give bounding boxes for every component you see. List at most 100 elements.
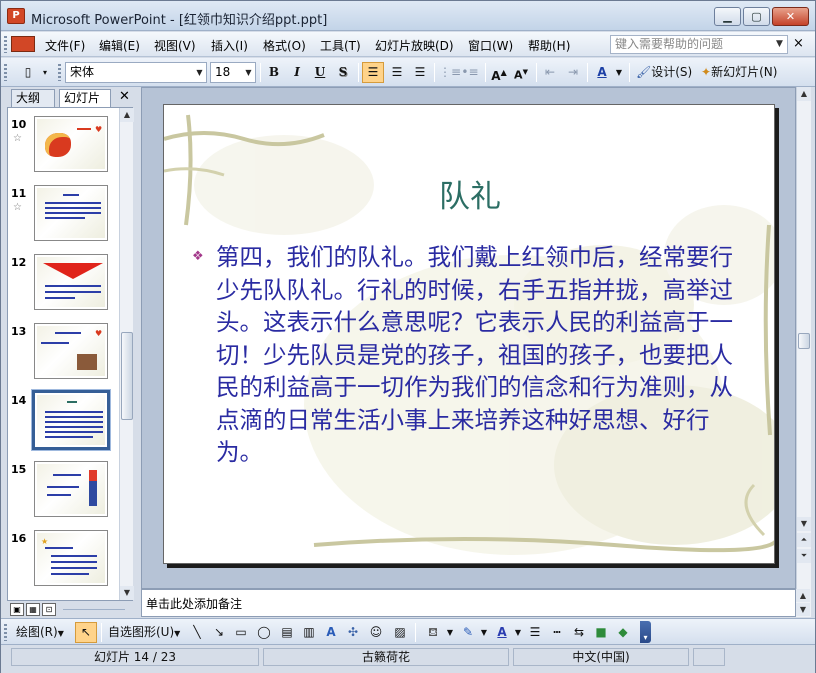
notes-placeholder[interactable]: 单击此处添加备注 [146, 595, 242, 612]
menu-file[interactable]: 文件(F) [45, 37, 85, 54]
shadow-button[interactable]: S [333, 62, 353, 83]
font-toolbar-grip[interactable] [58, 64, 61, 81]
thumbnail-frame[interactable] [34, 254, 108, 310]
pane-close-icon[interactable]: ✕ [119, 89, 130, 104]
wordart-icon[interactable]: A [321, 622, 341, 643]
line-color-icon[interactable]: ✎ [457, 622, 479, 643]
thumbnail-slide-12[interactable]: 12 [8, 254, 118, 316]
bullets-icon[interactable]: •≡ [460, 62, 480, 83]
thumbnail-frame-selected[interactable] [32, 390, 110, 450]
thumbnail-frame[interactable]: ♥ [34, 116, 108, 172]
increase-font-icon[interactable]: A▲ [489, 62, 509, 83]
tab-slides[interactable]: 幻灯片 [59, 89, 111, 107]
scrollbar-thumb[interactable] [798, 333, 810, 349]
bold-button[interactable]: B [264, 62, 284, 83]
menubar-grip[interactable] [4, 36, 7, 53]
previous-slide-icon[interactable]: ⏶ [797, 533, 811, 547]
minimize-button[interactable]: ▁ [714, 7, 741, 26]
notes-pane[interactable]: 单击此处添加备注 [141, 589, 796, 617]
line-color-dropdown-icon[interactable]: ▼ [479, 622, 489, 643]
toolbar-options-icon[interactable]: ▾ [39, 62, 51, 83]
thumbnail-frame[interactable]: ★ [34, 530, 108, 586]
help-dropdown-icon[interactable]: ▼ [773, 36, 786, 53]
thumbnail-scrollbar[interactable]: ▲ ▼ [119, 108, 134, 600]
text-box-icon[interactable]: ▤ [277, 622, 297, 643]
fill-color-dropdown-icon[interactable]: ▼ [445, 622, 455, 643]
menu-slideshow[interactable]: 幻灯片放映(D) [375, 37, 454, 54]
align-right-icon[interactable]: ☰ [409, 62, 431, 83]
line-style-icon[interactable]: ☰ [525, 622, 545, 643]
slide-sorter-view-icon[interactable]: ▦ [26, 603, 40, 616]
font-color-dropdown-icon[interactable]: ▼ [613, 62, 625, 83]
editor-scrollbar[interactable]: ▲ ▼ ⏶ ⏷ [796, 87, 811, 589]
font-color-button[interactable]: A [591, 62, 613, 83]
italic-button[interactable]: I [287, 62, 307, 83]
scroll-down-icon[interactable]: ▼ [796, 603, 810, 616]
draw-menu-button[interactable]: 绘图(R)▼ [13, 622, 73, 643]
thumbnail-slide-14[interactable]: 14 [8, 390, 118, 454]
decrease-indent-icon[interactable]: ⇤ [540, 62, 560, 83]
arrow-icon[interactable]: ↘ [209, 622, 229, 643]
slideshow-view-icon[interactable]: ⊡ [42, 603, 56, 616]
scroll-up-icon[interactable]: ▲ [797, 87, 811, 101]
scrollbar-thumb[interactable] [121, 332, 133, 420]
drawbar-grip[interactable] [4, 624, 7, 641]
toolbar-overflow-icon[interactable]: ▾ [640, 621, 651, 643]
diagram-icon[interactable]: ✣ [343, 622, 363, 643]
menu-help[interactable]: 帮助(H) [528, 37, 570, 54]
oval-icon[interactable]: ◯ [253, 622, 275, 643]
select-objects-icon[interactable]: ↖ [75, 622, 97, 643]
normal-view-icon[interactable]: ▣ [10, 603, 24, 616]
scroll-down-icon[interactable]: ▼ [797, 517, 811, 531]
status-language[interactable]: 中文(中国) [513, 648, 689, 666]
menu-format[interactable]: 格式(O) [263, 37, 306, 54]
thumbnail-frame[interactable]: ♥ [34, 323, 108, 379]
font-name-select[interactable]: 宋体 ▼ [65, 62, 207, 83]
autoshapes-button[interactable]: 自选图形(U)▼ [105, 622, 183, 643]
arrow-style-icon[interactable]: ⇆ [569, 622, 589, 643]
rectangle-icon[interactable]: ▭ [231, 622, 251, 643]
shadow-style-icon[interactable]: ■ [591, 622, 611, 643]
thumbnail-slide-16[interactable]: 16 ★ [8, 530, 118, 592]
help-search-input[interactable]: 键入需要帮助的问题 [610, 35, 788, 54]
status-template-name[interactable]: 古籁荷花 [263, 648, 509, 666]
line-icon[interactable]: ╲ [187, 622, 207, 643]
scroll-down-icon[interactable]: ▼ [120, 586, 134, 600]
menu-edit[interactable]: 编辑(E) [99, 37, 140, 54]
new-slide-button[interactable]: ✦新幻灯片(N) [698, 62, 810, 83]
font-name-dropdown-icon[interactable]: ▼ [193, 63, 206, 82]
fill-color-icon[interactable]: ⛾ [421, 622, 445, 643]
font-color-draw-dropdown-icon[interactable]: ▼ [513, 622, 523, 643]
thumbnail-slide-10[interactable]: 10 ☆ ♥ [8, 116, 118, 178]
increase-indent-icon[interactable]: ⇥ [563, 62, 583, 83]
menu-insert[interactable]: 插入(I) [211, 37, 248, 54]
menu-window[interactable]: 窗口(W) [468, 37, 513, 54]
toolbar-grip[interactable] [4, 64, 7, 81]
numbering-icon[interactable]: ⋮≡ [438, 62, 461, 83]
dash-style-icon[interactable]: ┅ [547, 622, 567, 643]
slide-body-text[interactable]: 第四，我们的队礼。我们戴上红领巾后，经常要行少先队队礼。行礼的时候，右手五指并拢… [216, 241, 736, 469]
align-left-icon[interactable]: ☰ [362, 62, 384, 83]
thumbnail-frame[interactable] [34, 461, 108, 517]
vertical-text-box-icon[interactable]: ▥ [299, 622, 319, 643]
underline-button[interactable]: U [310, 62, 330, 83]
powerpoint-app-icon[interactable]: P [7, 8, 25, 24]
thumbnail-frame[interactable] [34, 185, 108, 241]
scroll-up-icon[interactable]: ▲ [796, 589, 810, 602]
maximize-button[interactable]: ▢ [743, 7, 770, 26]
menu-view[interactable]: 视图(V) [154, 37, 196, 54]
thumbnail-slide-11[interactable]: 11 ☆ [8, 185, 118, 247]
document-icon[interactable] [11, 36, 35, 52]
3d-style-icon[interactable]: ◆ [613, 622, 633, 643]
close-document-icon[interactable]: × [793, 36, 804, 51]
font-size-dropdown-icon[interactable]: ▼ [242, 63, 255, 82]
font-color-draw-icon[interactable]: A [491, 622, 513, 643]
tab-outline[interactable]: 大纲 [11, 89, 55, 107]
decrease-font-icon[interactable]: A▼ [511, 62, 531, 83]
close-window-button[interactable]: ✕ [772, 7, 809, 26]
thumbnail-slide-15[interactable]: 15 [8, 461, 118, 523]
thumbnail-slide-13[interactable]: 13 ♥ [8, 323, 118, 385]
align-center-icon[interactable]: ☰ [386, 62, 408, 83]
slide-canvas[interactable]: 队礼 ❖ 第四，我们的队礼。我们戴上红领巾后，经常要行少先队队礼。行礼的时候，右… [163, 104, 775, 564]
clip-art-icon[interactable]: ☺ [365, 622, 387, 643]
